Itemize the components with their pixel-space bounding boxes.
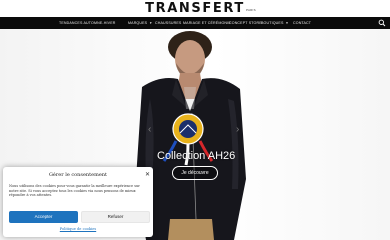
search-icon[interactable] xyxy=(378,19,386,27)
nav-item-boutiques[interactable]: BOUTIQUES ▼ xyxy=(261,17,289,29)
consent-text: Nous utilisons des cookies pour vous gar… xyxy=(9,184,140,198)
nav-item-chaussures[interactable]: CHAUSSURES xyxy=(155,17,181,29)
chevron-down-icon: ▼ xyxy=(149,21,153,25)
nav-item-label: BOUTIQUES xyxy=(261,21,284,25)
chevron-left-icon[interactable]: ‹ xyxy=(148,124,151,135)
cookie-policy-link[interactable]: Politique de cookies xyxy=(3,227,153,231)
nav-item-marques[interactable]: MARQUES ▼ xyxy=(128,17,152,29)
nav-item-label: CHAUSSURES xyxy=(155,21,182,25)
header: TRANSFERT PARIS xyxy=(0,0,390,17)
nav-item-mariage[interactable]: MARIAGE ET CÉRÉMONIE xyxy=(183,17,231,29)
nav-item-tendances[interactable]: TENDANCES AUTOMNE-HIVER xyxy=(59,17,116,29)
nav-item-label: MARQUES xyxy=(128,21,148,25)
main-nav: TENDANCES AUTOMNE-HIVER MARQUES ▼ CHAUSSU… xyxy=(0,17,390,29)
nav-item-label: CONTACT xyxy=(293,21,312,25)
nav-item-label: TENDANCES AUTOMNE-HIVER xyxy=(59,21,116,25)
consent-title: Gérer le consentement xyxy=(48,172,108,178)
chevron-right-icon[interactable]: › xyxy=(236,124,239,135)
discover-button[interactable]: Je découvre xyxy=(172,166,218,180)
brand-logo-sub: PARIS xyxy=(246,8,256,12)
accept-button[interactable]: Accepter xyxy=(9,211,78,223)
close-icon[interactable]: ✕ xyxy=(145,171,150,178)
refuse-button[interactable]: Refuser xyxy=(81,211,150,223)
slider-dots xyxy=(183,232,198,236)
nav-item-label: CONCEPT STORE xyxy=(229,21,262,25)
cookie-consent-panel: Gérer le consentement ✕ Nous utilisons d… xyxy=(3,167,153,237)
nav-item-label: MARIAGE ET CÉRÉMONIE xyxy=(183,21,231,25)
brand-logo[interactable]: TRANSFERT xyxy=(0,1,390,16)
nav-item-contact[interactable]: CONTACT xyxy=(293,17,311,29)
chevron-down-icon: ▼ xyxy=(285,21,289,25)
nav-item-concept-store[interactable]: CONCEPT STORE xyxy=(229,17,262,29)
hero-title: Collection AH26 xyxy=(157,150,236,162)
